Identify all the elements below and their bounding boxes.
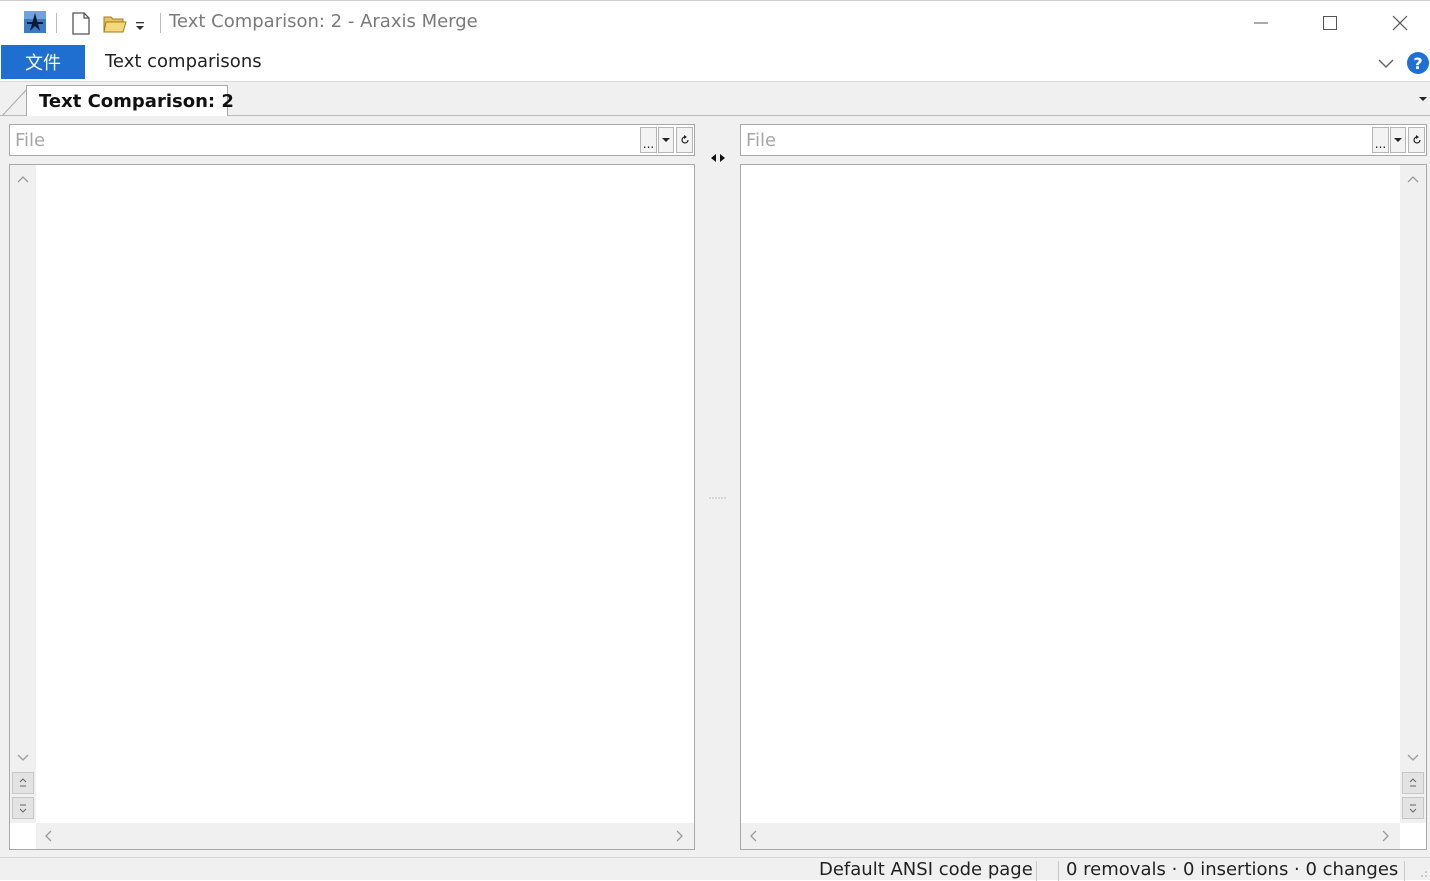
encoding-status[interactable]: Default ANSI code page: [819, 859, 1033, 880]
close-button[interactable]: [1380, 7, 1420, 39]
scroll-right-icon[interactable]: [672, 829, 686, 843]
splitter-grip[interactable]: [708, 496, 728, 500]
change-counts-status: 0 removals · 0 insertions · 0 changes: [1066, 859, 1399, 880]
scroll-left-icon[interactable]: [42, 829, 56, 843]
dropdown-arrow-icon: [662, 138, 670, 142]
tab-text-comparisons[interactable]: Text comparisons: [105, 51, 262, 72]
ribbon-collapse-chevron-icon[interactable]: [1376, 54, 1396, 72]
right-file-input[interactable]: [741, 125, 1370, 155]
araxis-merge-app-icon[interactable]: [24, 11, 46, 33]
help-button[interactable]: ?: [1407, 52, 1429, 74]
left-reload-button[interactable]: [676, 127, 693, 153]
title-separator: [160, 13, 161, 33]
right-file-selector: ...: [740, 124, 1427, 156]
left-text-pane[interactable]: [9, 164, 695, 850]
tab-list-dropdown-icon[interactable]: [1418, 95, 1428, 103]
close-icon: [1392, 15, 1408, 31]
scroll-left-icon[interactable]: [747, 829, 761, 843]
document-tab-text-comparison-2[interactable]: Text Comparison: 2: [26, 85, 234, 116]
scroll-right-icon[interactable]: [1378, 829, 1392, 843]
previous-change-button[interactable]: [1402, 772, 1424, 794]
dropdown-arrow-icon: [1394, 138, 1402, 142]
title-bar: Text Comparison: 2 - Araxis Merge: [0, 0, 1430, 45]
scroll-down-icon[interactable]: [1406, 750, 1420, 764]
scroll-down-icon[interactable]: [16, 750, 30, 764]
document-tab-strip: Text Comparison: 2: [0, 82, 1430, 116]
next-change-icon: [19, 804, 27, 813]
ribbon-bar: 文件 Text comparisons ?: [0, 45, 1430, 82]
reload-icon: [1412, 135, 1421, 144]
left-file-selector: ...: [9, 124, 695, 156]
new-document-icon[interactable]: [71, 12, 91, 35]
open-folder-icon[interactable]: [103, 13, 127, 34]
next-change-icon: [1409, 804, 1417, 813]
right-history-dropdown-button[interactable]: [1390, 127, 1406, 153]
scroll-up-icon[interactable]: [16, 173, 30, 187]
previous-change-icon: [19, 778, 27, 787]
customize-dropdown-icon[interactable]: [134, 18, 146, 32]
reload-icon: [680, 135, 689, 144]
comparison-area: ... ...: [0, 116, 1430, 857]
previous-change-button[interactable]: [12, 772, 34, 794]
file-tab[interactable]: 文件: [1, 45, 85, 79]
scroll-up-icon[interactable]: [1406, 173, 1420, 187]
left-history-dropdown-button[interactable]: [658, 127, 674, 153]
status-bar: Default ANSI code page 0 removals · 0 in…: [0, 857, 1430, 881]
maximize-icon: [1323, 16, 1337, 30]
window-title: Text Comparison: 2 - Araxis Merge: [169, 11, 478, 32]
previous-change-icon: [1409, 778, 1417, 787]
swap-files-icon[interactable]: [710, 153, 726, 163]
status-divider: [1058, 861, 1059, 881]
next-change-button[interactable]: [1402, 797, 1424, 819]
right-reload-button[interactable]: [1408, 127, 1425, 153]
right-horizontal-scrollbar[interactable]: [741, 823, 1400, 849]
document-tab-label: Text Comparison: 2: [39, 90, 234, 112]
minimize-icon: [1254, 22, 1268, 24]
right-browse-button[interactable]: ...: [1372, 127, 1389, 153]
status-divider: [1036, 861, 1037, 881]
minimize-button[interactable]: [1241, 7, 1281, 39]
maximize-button[interactable]: [1310, 7, 1350, 39]
right-text-pane[interactable]: [740, 164, 1427, 850]
resize-grip-icon[interactable]: [1416, 866, 1428, 878]
left-file-input[interactable]: [10, 125, 638, 155]
next-change-button[interactable]: [12, 797, 34, 819]
quick-access-separator: [56, 13, 57, 33]
left-vertical-scrollbar[interactable]: [10, 165, 36, 823]
left-browse-button[interactable]: ...: [640, 127, 657, 153]
right-vertical-scrollbar[interactable]: [1400, 165, 1426, 823]
status-divider: [1404, 861, 1405, 881]
left-horizontal-scrollbar[interactable]: [36, 823, 694, 849]
